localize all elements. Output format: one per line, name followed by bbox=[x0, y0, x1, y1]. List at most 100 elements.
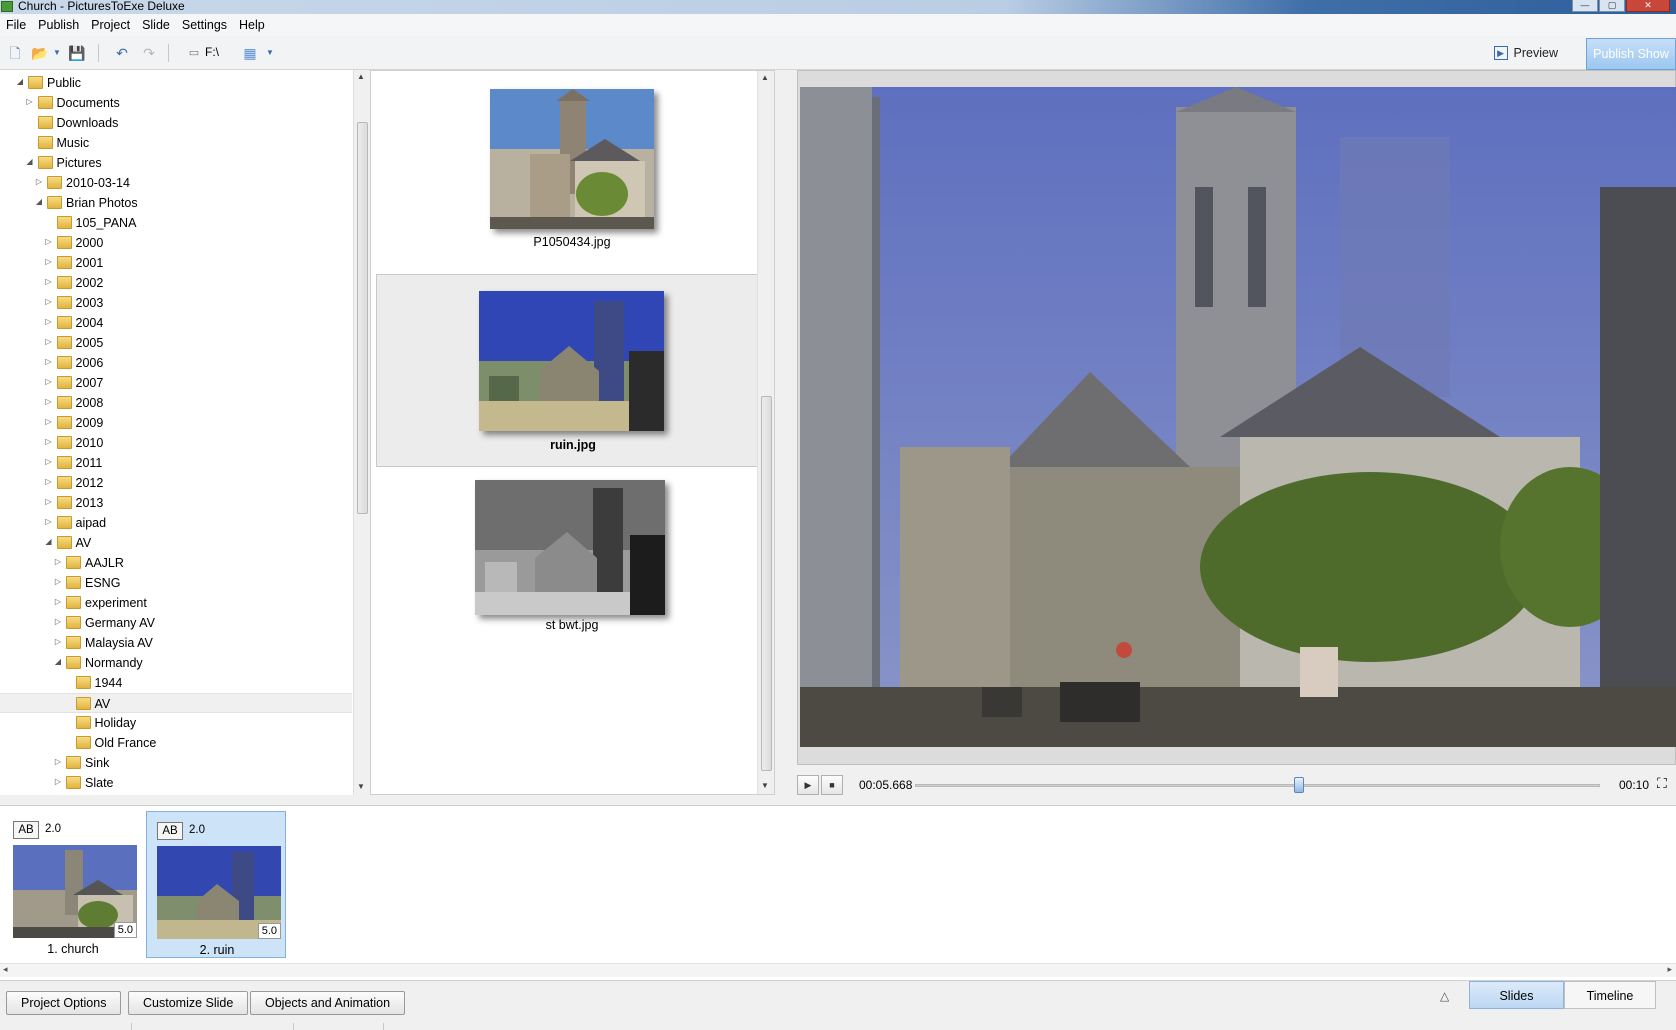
customize-slide-button[interactable]: Customize Slide bbox=[128, 991, 249, 1015]
tree-item[interactable]: ◢ Public bbox=[0, 73, 352, 93]
scroll-thumb[interactable] bbox=[761, 396, 772, 771]
expand-arrow-icon[interactable]: ▷ bbox=[44, 356, 54, 368]
file-card-selected[interactable]: ruin.jpg bbox=[376, 274, 768, 467]
tree-item[interactable]: ▷ Sink bbox=[0, 753, 352, 773]
tree-item[interactable]: ▷ experiment bbox=[0, 593, 352, 613]
tree-item[interactable]: Downloads bbox=[0, 113, 352, 133]
drive-icon[interactable]: ▭ bbox=[186, 45, 202, 61]
tree-item[interactable]: ◢ AV bbox=[0, 533, 352, 553]
slide-card[interactable]: AB 2.0 5.0 1. church bbox=[3, 811, 143, 958]
expand-arrow-icon[interactable]: ▷ bbox=[34, 176, 44, 188]
tree-item[interactable]: ▷ 2005 bbox=[0, 333, 352, 353]
drive-label[interactable]: F:\ bbox=[205, 45, 219, 59]
expand-arrow-icon[interactable]: ▷ bbox=[44, 456, 54, 468]
playback-slider-thumb[interactable] bbox=[1293, 777, 1304, 793]
close-button[interactable]: ✕ bbox=[1626, 0, 1670, 12]
playback-slider-track[interactable] bbox=[915, 784, 1600, 787]
expand-arrow-icon[interactable]: ▷ bbox=[44, 376, 54, 388]
collapse-arrow-icon[interactable]: ◢ bbox=[34, 196, 44, 208]
transition-badge[interactable]: AB bbox=[157, 822, 183, 840]
tree-item[interactable]: ▷ 2012 bbox=[0, 473, 352, 493]
preview-button[interactable]: ▶ Preview bbox=[1488, 41, 1566, 65]
collapse-arrow-icon[interactable]: ◢ bbox=[15, 76, 25, 88]
tree-item[interactable]: Holiday bbox=[0, 713, 352, 733]
tree-item[interactable]: ▷ 2004 bbox=[0, 313, 352, 333]
redo-icon[interactable]: ↷ bbox=[141, 45, 157, 61]
tab-timeline[interactable]: Timeline bbox=[1564, 981, 1656, 1009]
tree-item[interactable]: ▷ 2001 bbox=[0, 253, 352, 273]
tree-item[interactable]: ▷ 2002 bbox=[0, 273, 352, 293]
menu-settings[interactable]: Settings bbox=[176, 18, 233, 32]
tree-item[interactable]: 1944 bbox=[0, 673, 352, 693]
menu-slide[interactable]: Slide bbox=[136, 18, 176, 32]
minimize-button[interactable]: — bbox=[1572, 0, 1598, 12]
menu-project[interactable]: Project bbox=[85, 18, 136, 32]
scroll-left-icon[interactable]: ◂ bbox=[3, 964, 8, 975]
tree-item[interactable]: Old France bbox=[0, 733, 352, 753]
expand-arrow-icon[interactable]: ▷ bbox=[53, 636, 63, 648]
scroll-up-icon[interactable]: ▲ bbox=[761, 73, 769, 82]
tree-item[interactable]: ◢ Pictures bbox=[0, 153, 352, 173]
collapse-toggle-icon[interactable]: △ bbox=[1440, 989, 1449, 1003]
tree-item[interactable]: ◢ Normandy bbox=[0, 653, 352, 673]
view-dropdown-icon[interactable]: ▼ bbox=[262, 45, 278, 61]
expand-arrow-icon[interactable]: ▷ bbox=[44, 516, 54, 528]
expand-arrow-icon[interactable]: ▷ bbox=[44, 496, 54, 508]
tab-slides[interactable]: Slides bbox=[1469, 981, 1564, 1009]
tree-item[interactable]: 105_PANA bbox=[0, 213, 352, 233]
expand-arrow-icon[interactable]: ▷ bbox=[53, 596, 63, 608]
file-card[interactable]: P1050434.jpg bbox=[376, 79, 768, 249]
expand-arrow-icon[interactable]: ▷ bbox=[44, 236, 54, 248]
file-card[interactable]: st bwt.jpg bbox=[376, 476, 768, 646]
expand-arrow-icon[interactable]: ▷ bbox=[53, 616, 63, 628]
tree-item[interactable]: ▷ aipad bbox=[0, 513, 352, 533]
play-icon[interactable]: ▶ bbox=[797, 775, 819, 795]
tree-item[interactable]: ▷ AAJLR bbox=[0, 553, 352, 573]
tree-item[interactable]: ▷ Malaysia AV bbox=[0, 633, 352, 653]
expand-arrow-icon[interactable]: ▷ bbox=[53, 776, 63, 788]
tree-item[interactable]: AV bbox=[0, 693, 352, 713]
view-mode-icon[interactable]: ▦ bbox=[242, 45, 258, 61]
collapse-arrow-icon[interactable]: ◢ bbox=[53, 656, 63, 668]
expand-arrow-icon[interactable]: ▷ bbox=[53, 556, 63, 568]
maximize-button[interactable]: ▢ bbox=[1599, 0, 1625, 12]
open-folder-icon[interactable]: 📂 bbox=[31, 45, 48, 61]
scroll-right-icon[interactable]: ▸ bbox=[1667, 964, 1672, 975]
scroll-down-icon[interactable]: ▼ bbox=[357, 782, 365, 791]
project-options-button[interactable]: Project Options bbox=[6, 991, 122, 1015]
scroll-thumb[interactable] bbox=[357, 122, 368, 514]
scroll-up-icon[interactable]: ▲ bbox=[357, 72, 365, 81]
tree-item[interactable]: ▷ 2010-03-14 bbox=[0, 173, 352, 193]
expand-arrow-icon[interactable]: ▷ bbox=[44, 396, 54, 408]
tree-item[interactable]: ▷ 2003 bbox=[0, 293, 352, 313]
publish-show-button[interactable]: Publish Show bbox=[1586, 38, 1676, 70]
tree-item[interactable]: Music bbox=[0, 133, 352, 153]
expand-arrow-icon[interactable]: ▷ bbox=[53, 576, 63, 588]
tree-item[interactable]: ▷ Slate bbox=[0, 773, 352, 793]
expand-arrow-icon[interactable]: ▷ bbox=[53, 756, 63, 768]
new-project-icon[interactable]: 🗋 bbox=[7, 45, 23, 61]
expand-arrow-icon[interactable]: ▷ bbox=[44, 316, 54, 328]
tree-item[interactable]: ▷ Germany AV bbox=[0, 613, 352, 633]
objects-animation-button[interactable]: Objects and Animation bbox=[250, 991, 406, 1015]
save-icon[interactable]: 💾 bbox=[68, 45, 85, 61]
tree-item[interactable]: ▷ 2006 bbox=[0, 353, 352, 373]
tree-item[interactable]: ▷ 2010 bbox=[0, 433, 352, 453]
expand-arrow-icon[interactable]: ▷ bbox=[44, 336, 54, 348]
tree-item[interactable]: ▷ 2009 bbox=[0, 413, 352, 433]
tree-item[interactable]: ▷ Documents bbox=[0, 93, 352, 113]
tree-item[interactable]: ▷ 2013 bbox=[0, 493, 352, 513]
tree-item[interactable]: ◢ Brian Photos bbox=[0, 193, 352, 213]
expand-arrow-icon[interactable]: ▷ bbox=[44, 276, 54, 288]
slides-horizontal-scrollbar[interactable]: ◂ ▸ bbox=[0, 963, 1676, 977]
collapse-arrow-icon[interactable]: ◢ bbox=[25, 156, 35, 168]
tree-item[interactable]: ▷ ESNG bbox=[0, 573, 352, 593]
tree-item[interactable]: ▷ 2000 bbox=[0, 233, 352, 253]
menu-file[interactable]: File bbox=[0, 18, 32, 32]
expand-arrow-icon[interactable]: ▷ bbox=[44, 416, 54, 428]
scroll-down-icon[interactable]: ▼ bbox=[761, 781, 769, 790]
expand-arrow-icon[interactable]: ▷ bbox=[44, 256, 54, 268]
tree-item[interactable]: ▷ 2011 bbox=[0, 453, 352, 473]
thumbnails-scrollbar[interactable]: ▲ ▼ bbox=[757, 71, 774, 794]
expand-arrow-icon[interactable]: ▷ bbox=[25, 96, 35, 108]
